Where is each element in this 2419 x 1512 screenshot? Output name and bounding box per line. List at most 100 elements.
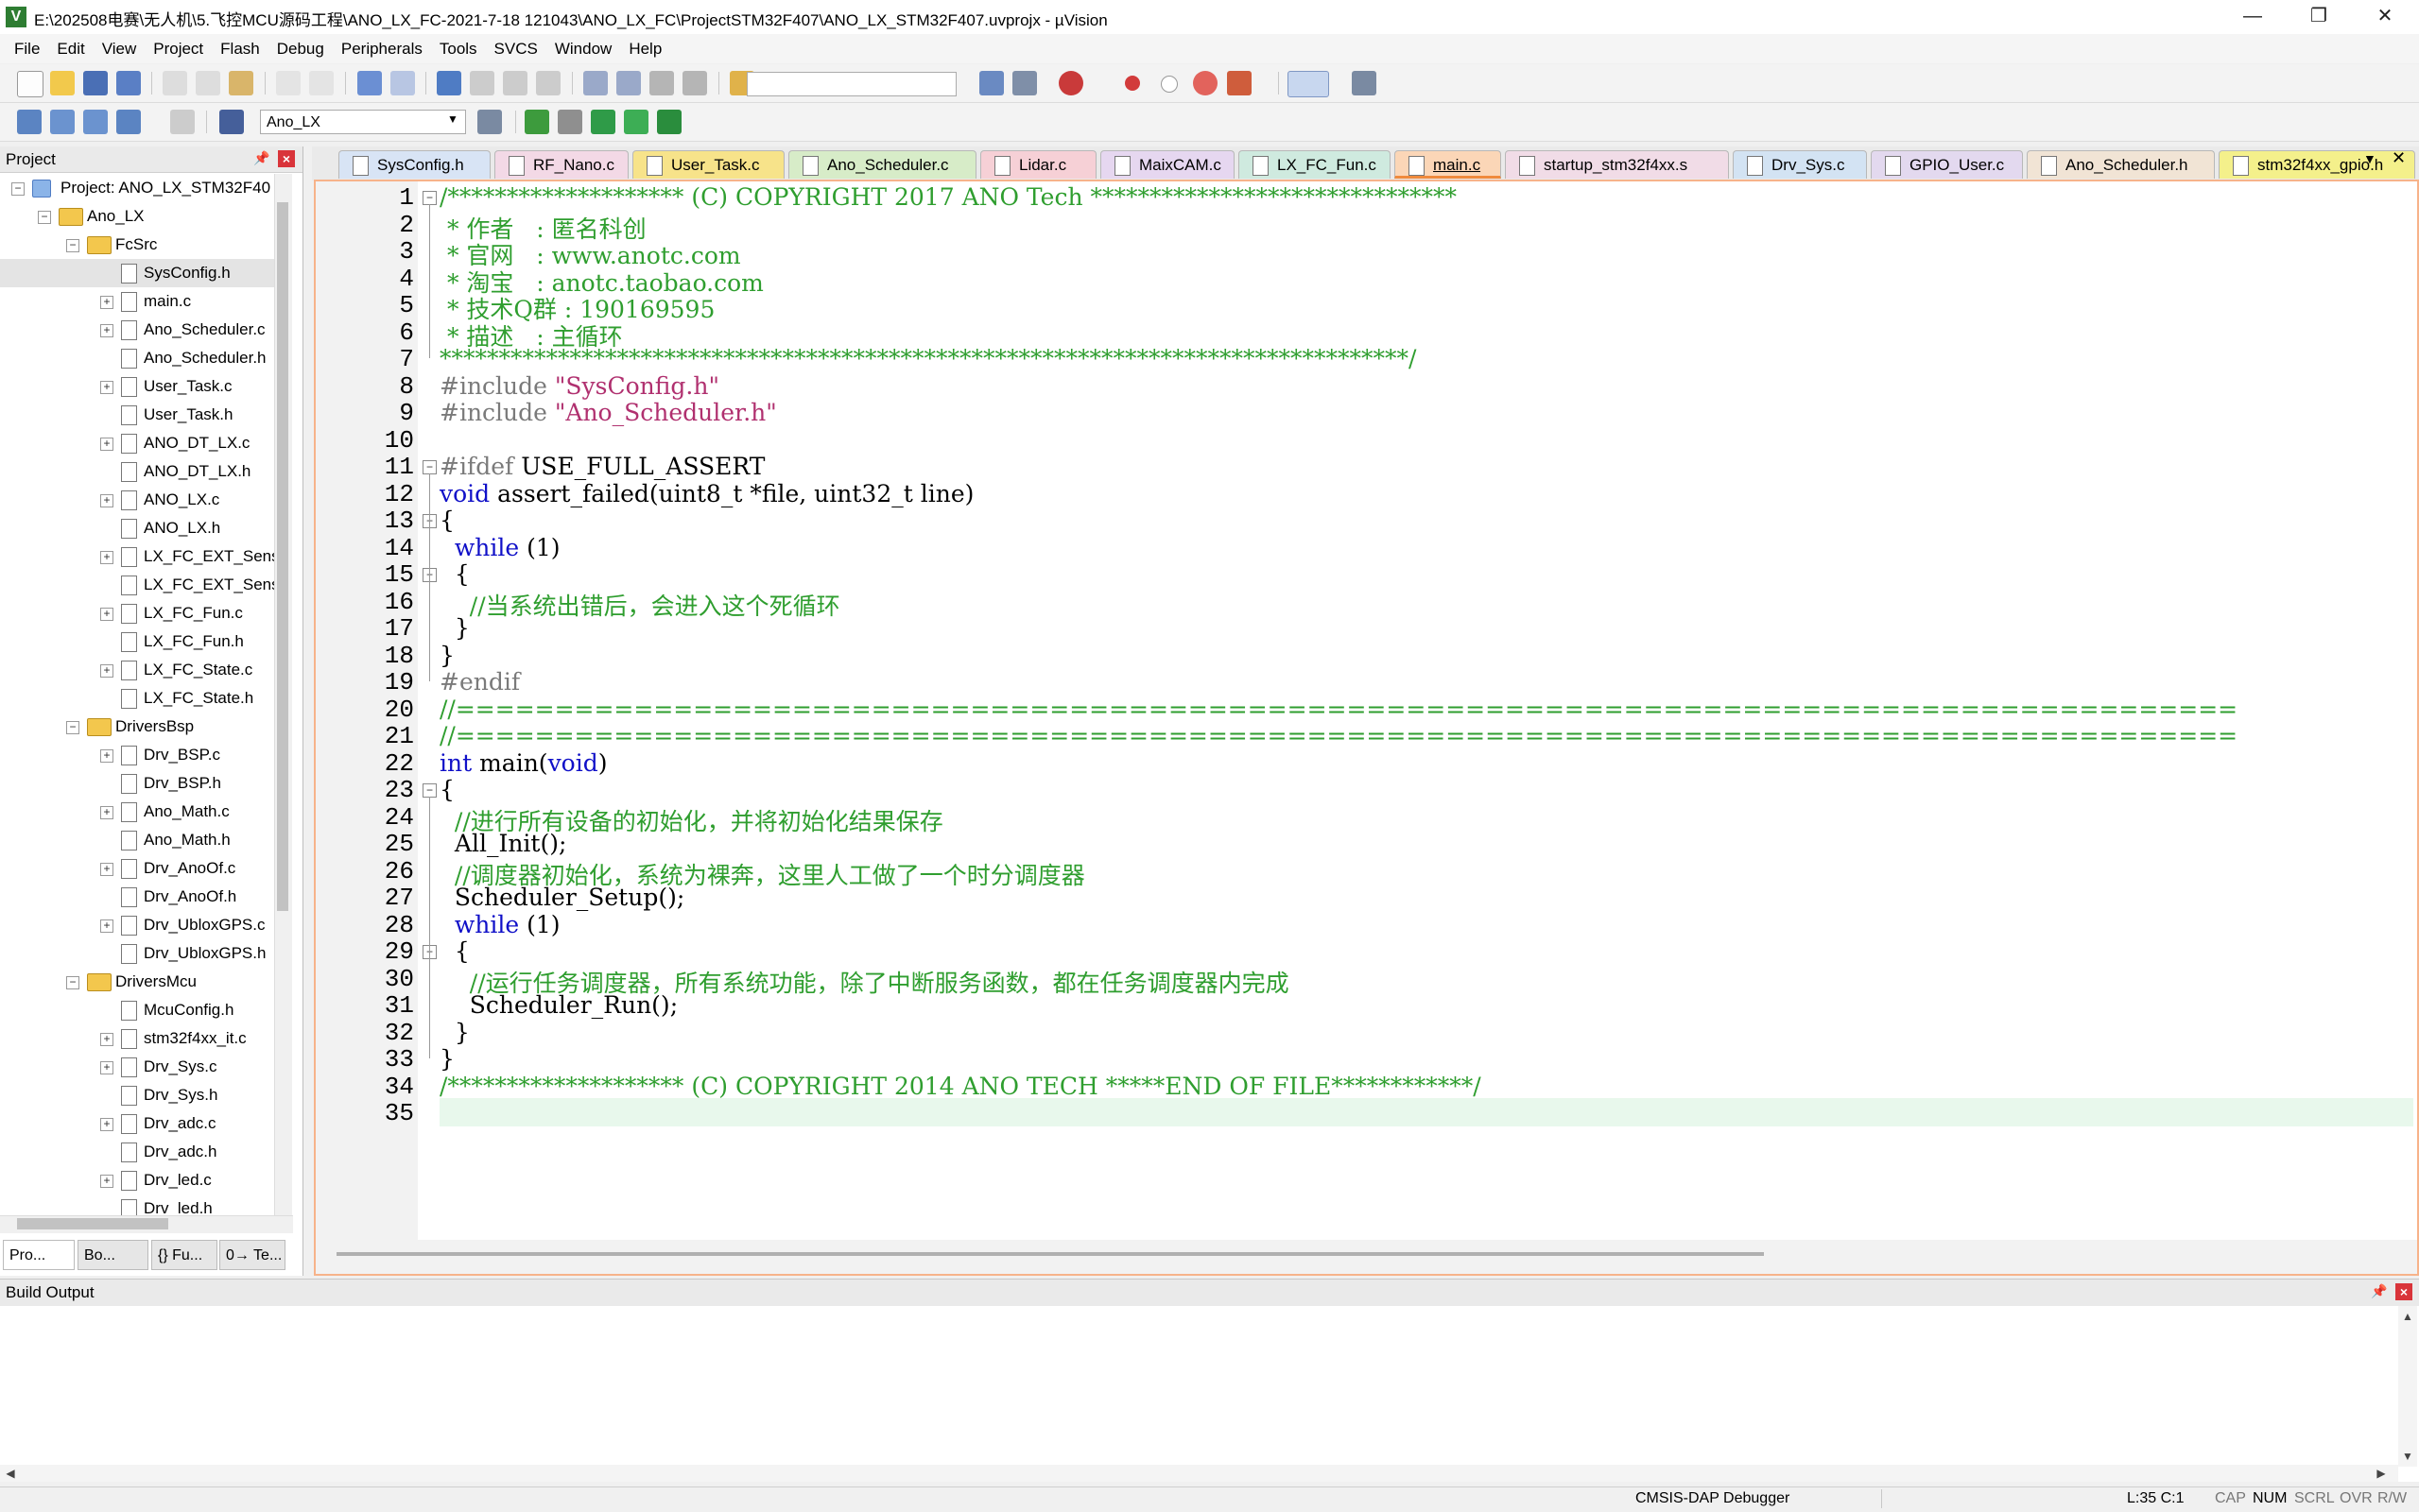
menu-view[interactable]: View: [94, 34, 146, 63]
navigate-back-icon[interactable]: [357, 71, 382, 95]
find-combo[interactable]: [747, 72, 957, 96]
unindent-icon[interactable]: [616, 71, 641, 95]
disable-breakpoint-icon[interactable]: [1161, 76, 1178, 93]
menu-file[interactable]: File: [6, 34, 48, 63]
build-icon[interactable]: [50, 110, 75, 134]
paste-icon[interactable]: [229, 71, 253, 95]
chevron-down-icon[interactable]: ▼: [447, 112, 458, 126]
menu-debug[interactable]: Debug: [268, 34, 333, 63]
expand-icon[interactable]: +: [100, 1061, 113, 1074]
expand-icon[interactable]: +: [100, 296, 113, 309]
indent-icon[interactable]: [583, 71, 608, 95]
build-output-vscrollbar[interactable]: ▲ ▼: [2398, 1306, 2417, 1467]
find-icon[interactable]: [979, 71, 1004, 95]
collapse-icon[interactable]: −: [66, 976, 79, 989]
save-icon[interactable]: [83, 71, 108, 95]
menu-help[interactable]: Help: [620, 34, 670, 63]
expand-icon[interactable]: +: [100, 1033, 113, 1046]
menu-tools[interactable]: Tools: [431, 34, 486, 63]
expand-icon[interactable]: +: [100, 664, 113, 678]
tab-user-task-c[interactable]: User_Task.c: [632, 150, 785, 179]
tab-list-chevron-icon[interactable]: ▼: [2363, 151, 2376, 166]
disable-all-breakpoints-icon[interactable]: [1227, 71, 1252, 95]
redo-icon[interactable]: [309, 71, 334, 95]
next-bookmark-icon[interactable]: [503, 71, 527, 95]
incremental-find-icon[interactable]: [1012, 71, 1037, 95]
expand-icon[interactable]: +: [100, 1118, 113, 1131]
tree-file[interactable]: Drv_UbloxGPS.h: [0, 939, 284, 968]
tree-file[interactable]: User_Task.h: [0, 401, 284, 429]
scroll-down-icon[interactable]: ▼: [2399, 1448, 2416, 1465]
tree-file[interactable]: Drv_BSP.h: [0, 769, 284, 798]
target-options-icon[interactable]: [477, 110, 502, 134]
minimize-button[interactable]: —: [2220, 0, 2286, 34]
cut-icon[interactable]: [163, 71, 187, 95]
tree-file[interactable]: + User_Task.c: [0, 372, 284, 401]
pack-installer-icon[interactable]: [624, 110, 648, 134]
close-tab-icon[interactable]: ✕: [2392, 148, 2406, 168]
tab-project[interactable]: Pro...: [3, 1240, 75, 1270]
maximize-button[interactable]: ❐: [2286, 0, 2352, 34]
download-icon[interactable]: [219, 110, 244, 134]
tree-file[interactable]: + LX_FC_EXT_Sens: [0, 542, 284, 571]
tree-file[interactable]: + Drv_AnoOf.c: [0, 854, 284, 883]
menu-flash[interactable]: Flash: [212, 34, 268, 63]
close-icon[interactable]: ×: [278, 150, 295, 167]
expand-icon[interactable]: +: [100, 381, 113, 394]
tree-file[interactable]: LX_FC_State.h: [0, 684, 284, 713]
tab-drv-sys-c[interactable]: Drv_Sys.c: [1733, 150, 1867, 179]
tree-file[interactable]: Drv_Sys.h: [0, 1081, 284, 1109]
collapse-icon[interactable]: −: [66, 239, 79, 252]
debug-session-icon[interactable]: [1059, 71, 1083, 95]
tree-file[interactable]: ANO_LX.h: [0, 514, 284, 542]
tab-sysconfig-h[interactable]: SysConfig.h: [338, 150, 491, 179]
tree-file[interactable]: Drv_AnoOf.h: [0, 883, 284, 911]
scroll-up-icon[interactable]: ▲: [2399, 1308, 2416, 1325]
expand-icon[interactable]: +: [100, 863, 113, 876]
tree-file[interactable]: ANO_DT_LX.h: [0, 457, 284, 486]
tree-file[interactable]: Ano_Scheduler.h: [0, 344, 284, 372]
tree-file[interactable]: Ano_Math.h: [0, 826, 284, 854]
undo-icon[interactable]: [276, 71, 301, 95]
tab-startup-stm32f4xx-s[interactable]: startup_stm32f4xx.s: [1505, 150, 1729, 179]
comment-icon[interactable]: [649, 71, 674, 95]
tab-lx-fc-fun-c[interactable]: LX_FC_Fun.c: [1238, 150, 1391, 179]
tree-file[interactable]: + ANO_DT_LX.c: [0, 429, 284, 457]
menu-svcs[interactable]: SVCS: [486, 34, 546, 63]
close-icon[interactable]: ×: [2395, 1283, 2412, 1300]
expand-icon[interactable]: +: [100, 551, 113, 564]
tab-gpio-user-c[interactable]: GPIO_User.c: [1871, 150, 2023, 179]
close-button[interactable]: ✕: [2352, 0, 2418, 34]
tree-file[interactable]: + ANO_LX.c: [0, 486, 284, 514]
menu-peripherals[interactable]: Peripherals: [333, 34, 431, 63]
collapse-icon[interactable]: −: [38, 211, 51, 224]
tree-file[interactable]: + Ano_Math.c: [0, 798, 284, 826]
collapse-icon[interactable]: −: [66, 721, 79, 734]
manage-run-time-icon[interactable]: [591, 110, 615, 134]
tree-file[interactable]: + Drv_led.c: [0, 1166, 284, 1194]
menu-window[interactable]: Window: [546, 34, 620, 63]
project-tree-scrollbar[interactable]: [274, 174, 292, 1223]
tab-ano-scheduler-h[interactable]: Ano_Scheduler.h: [2027, 150, 2215, 179]
fold-toggle-icon[interactable]: −: [423, 460, 437, 474]
tree-file[interactable]: LX_FC_Fun.h: [0, 627, 284, 656]
editor-hscrollbar[interactable]: [316, 1240, 2417, 1274]
tree-file[interactable]: + Drv_UbloxGPS.c: [0, 911, 284, 939]
breakpoint-icon[interactable]: [1125, 76, 1140, 91]
prev-bookmark-icon[interactable]: [470, 71, 494, 95]
manage-project-items-icon[interactable]: [525, 110, 549, 134]
uncomment-icon[interactable]: [683, 71, 707, 95]
tree-project-root[interactable]: − Project: ANO_LX_STM32F40: [0, 174, 284, 202]
configure-icon[interactable]: [1352, 71, 1376, 95]
scroll-left-icon[interactable]: ◀: [2, 1465, 19, 1482]
navigate-forward-icon[interactable]: [390, 71, 415, 95]
bookmark-icon[interactable]: [437, 71, 461, 95]
select-packs-icon[interactable]: [558, 110, 582, 134]
tab-main-c[interactable]: main.c: [1394, 150, 1501, 179]
tab-books[interactable]: Bo...: [78, 1240, 148, 1270]
tree-file[interactable]: + Drv_Sys.c: [0, 1053, 284, 1081]
tree-file[interactable]: + Ano_Scheduler.c: [0, 316, 284, 344]
tree-file[interactable]: SysConfig.h: [0, 259, 284, 287]
clear-bookmarks-icon[interactable]: [536, 71, 561, 95]
tree-file[interactable]: McuConfig.h: [0, 996, 284, 1024]
